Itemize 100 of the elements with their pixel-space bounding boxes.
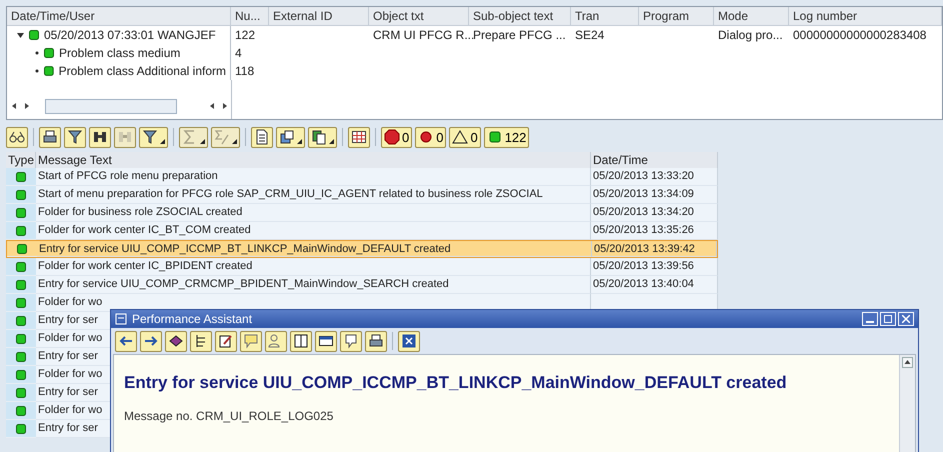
toolbar-button[interactable] — [39, 126, 61, 148]
toolbar-button[interactable] — [165, 330, 187, 352]
message-text: Entry for service UIU_COMP_CRMCMP_BPIDENT_MainWindow_SEARCH created — [38, 278, 449, 290]
copy-icon — [311, 129, 327, 145]
date-time: 05/20/2013 13:40:04 — [593, 278, 694, 290]
table-cell-text: 122 — [235, 27, 256, 44]
message-text: Entry for ser — [38, 314, 98, 326]
date-time: 05/20/2013 13:34:20 — [593, 206, 694, 218]
glasses-icon — [9, 129, 25, 145]
status-count-button[interactable]: 0 — [449, 126, 481, 148]
scroll-arrows-icon[interactable] — [11, 101, 31, 111]
toolbar-button[interactable] — [290, 330, 312, 352]
scroll-up-icon[interactable] — [902, 357, 913, 368]
printer-icon — [42, 129, 58, 145]
toolbar-button[interactable] — [115, 330, 137, 352]
scroll-arrows-icon[interactable] — [209, 101, 229, 111]
message-text: Folder for wo — [38, 368, 102, 380]
toolbar-button[interactable] — [365, 330, 387, 352]
maximize-icon — [884, 315, 892, 323]
table-cell-text: 00000000000000283408 — [793, 27, 926, 44]
caret-icon — [329, 138, 334, 144]
message-text: Folder for work center IC_BT_COM created — [38, 224, 251, 236]
toolbar-button[interactable] — [190, 330, 212, 352]
bullet-icon — [35, 69, 39, 73]
close-button[interactable] — [898, 312, 914, 326]
window-title: Performance Assistant — [132, 312, 252, 326]
table-cell-text: CRM UI PFCG R... — [373, 27, 474, 44]
export-icon — [279, 129, 295, 145]
note-icon — [243, 333, 259, 349]
column-header[interactable]: External ID — [269, 7, 369, 25]
maximize-button[interactable] — [880, 312, 896, 326]
caret-icon — [200, 138, 205, 144]
window-icon — [115, 313, 127, 325]
status-count-button[interactable]: 122 — [484, 126, 530, 148]
toolbar-button[interactable] — [308, 126, 337, 148]
message-text: Entry for ser — [38, 422, 98, 434]
minimize-button[interactable] — [862, 312, 878, 326]
printer-icon — [368, 333, 384, 349]
table-cell-text: Prepare PFCG ... — [473, 27, 566, 44]
warning-icon — [452, 129, 468, 145]
toolbar-button[interactable] — [340, 330, 362, 352]
success-icon — [486, 129, 503, 145]
toolbar-button[interactable] — [6, 126, 28, 148]
column-header[interactable]: Program — [639, 7, 714, 25]
column-header[interactable]: Mode — [714, 7, 789, 25]
toolbar-button[interactable] — [276, 126, 305, 148]
caret-icon — [232, 138, 237, 144]
date-time: 05/20/2013 13:39:56 — [593, 260, 694, 272]
toolbar-button[interactable] — [398, 330, 420, 352]
table-cell-text: 4 — [235, 45, 242, 62]
scroll-thumb[interactable] — [45, 98, 177, 114]
grid-icon — [351, 129, 367, 145]
close-icon — [902, 315, 910, 323]
date-time: 05/20/2013 13:33:20 — [593, 170, 694, 182]
column-header[interactable]: Sub-object text — [469, 7, 571, 25]
tree-label[interactable]: Problem class medium — [59, 44, 180, 62]
toolbar-button[interactable] — [348, 126, 370, 148]
table-cell-text: Dialog pro... — [718, 27, 783, 44]
message-text: Entry for ser — [38, 350, 98, 362]
column-header[interactable]: Object txt — [369, 7, 469, 25]
close-icon — [401, 333, 417, 349]
message-text: Start of PFCG role menu preparation — [38, 170, 218, 182]
toolbar-button[interactable] — [139, 126, 168, 148]
column-header[interactable]: Date/Time/User — [7, 7, 231, 25]
message-text: Folder for business role ZSOCIAL created — [38, 206, 242, 218]
message-row[interactable]: Entry for service UIU_COMP_ICCMP_BT_LINKCP_MainWindow_DEFAULT created 05/20/2013 13:39:42 — [6, 240, 718, 258]
message-text: Entry for service UIU_COMP_ICCMP_BT_LINKCP_MainWindow_DEFAULT created — [39, 243, 451, 255]
date-time: 05/20/2013 13:35:26 — [593, 224, 694, 236]
status-count-button[interactable]: 0 — [381, 126, 412, 148]
subtotal-icon — [214, 129, 230, 145]
speech-bubble-icon — [343, 333, 359, 349]
column-header[interactable]: Tran — [571, 7, 639, 25]
message-text: Folder for wo — [38, 332, 102, 344]
message-heading: Entry for service UIU_COMP_ICCMP_BT_LINKCP_MainWindow_DEFAULT created — [124, 373, 788, 393]
filter-icon — [142, 129, 158, 145]
message-text: Start of menu preparation for PFCG role SAP_CRM_UIU_IC_AGENT related to business role ZSOCIAL — [38, 188, 543, 200]
edit-icon — [218, 333, 234, 349]
message-text: Folder for wo — [38, 404, 102, 416]
bullet-icon — [35, 51, 39, 55]
date-time: 05/20/2013 13:39:42 — [594, 243, 695, 255]
document-icon — [254, 129, 270, 145]
error-icon — [418, 129, 434, 145]
column-header[interactable]: Log number — [789, 7, 942, 25]
toolbar-button[interactable] — [215, 330, 237, 352]
tree-label[interactable]: 05/20/2013 07:33:01 WANGJEF — [44, 26, 216, 44]
message-number: Message no. CRM_UI_ROLE_LOG025 — [124, 409, 334, 423]
table-cell-text: SE24 — [575, 27, 604, 44]
tree-label[interactable]: Problem class Additional inform — [58, 62, 226, 80]
date-time: 05/20/2013 13:34:09 — [593, 188, 694, 200]
expanded-arrow-icon[interactable] — [17, 32, 24, 38]
toolbar-button[interactable] — [89, 126, 111, 148]
toolbar-button[interactable] — [315, 330, 337, 352]
status-count-button[interactable]: 0 — [415, 126, 446, 148]
toolbar-button[interactable] — [251, 126, 273, 148]
toolbar-button[interactable] — [140, 330, 162, 352]
message-text: Folder for work center IC_BPIDENT created — [38, 260, 252, 272]
toolbar-button[interactable] — [64, 126, 86, 148]
column-header[interactable]: Nu... — [231, 7, 269, 25]
window-icon — [318, 333, 334, 349]
message-text: Entry for ser — [38, 386, 98, 398]
